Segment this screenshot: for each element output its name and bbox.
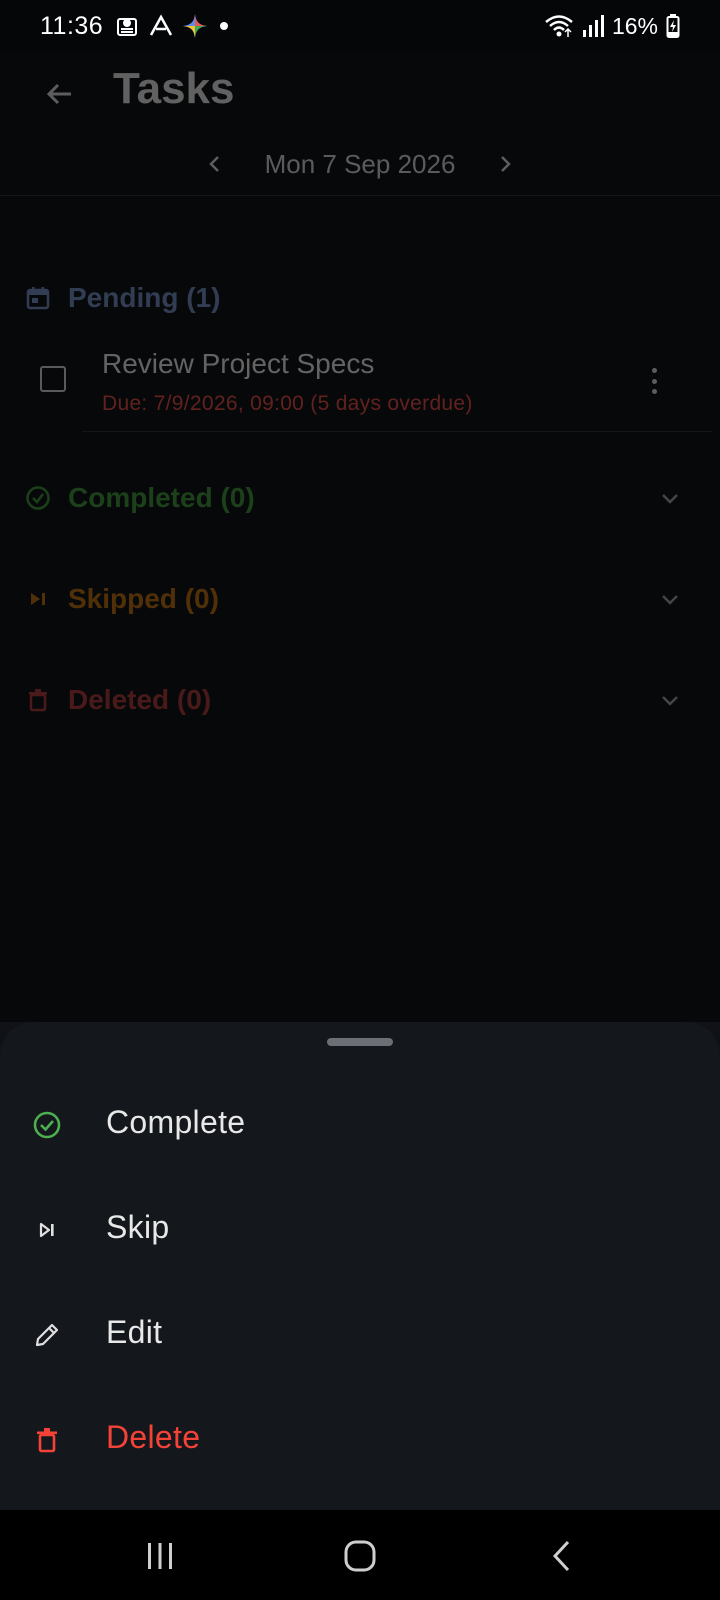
battery-percent: 16% (611, 12, 658, 39)
back-button[interactable] (38, 72, 82, 116)
app-bar-divider (0, 195, 720, 196)
next-day-button[interactable] (485, 144, 525, 184)
recent-apps-button[interactable] (138, 1536, 182, 1576)
section-pending-header[interactable]: Pending (1) (24, 274, 704, 322)
chevron-down-icon (662, 595, 678, 605)
check-circle-icon (24, 484, 52, 512)
section-deleted-label: Deleted (0) (68, 684, 212, 715)
battery-charging-icon (666, 14, 680, 38)
task-row[interactable]: Review Project Specs Due: 7/9/2026, 09:0… (0, 336, 720, 432)
system-nav-bar (0, 1510, 720, 1600)
edit-label: Edit (106, 1314, 163, 1350)
back-nav-icon (552, 1540, 570, 1572)
app-bar: Tasks Mon 7 Sep 2026 (0, 52, 720, 192)
chevron-right-icon (501, 156, 512, 172)
task-title: Review Project Specs (102, 348, 375, 379)
section-pending-label: Pending (1) (68, 282, 221, 313)
app-a-icon (149, 14, 173, 36)
section-completed-header[interactable]: Completed (0) (24, 474, 704, 522)
calendar-icon (24, 284, 52, 312)
task-more-button[interactable] (642, 366, 666, 396)
delete-label: Delete (106, 1419, 201, 1455)
arrow-back-icon (46, 83, 71, 105)
status-icons-left (114, 12, 232, 40)
trash-icon (32, 1425, 62, 1455)
previous-day-button[interactable] (195, 144, 235, 184)
wifi-icon (545, 15, 573, 37)
complete-action[interactable]: Complete (0, 1072, 720, 1176)
edit-action[interactable]: Edit (0, 1282, 720, 1386)
page-title: Tasks (113, 64, 235, 113)
bottom-sheet: Complete Skip Edit Delete (0, 1022, 720, 1510)
delete-action[interactable]: Delete (0, 1387, 720, 1491)
chevron-left-icon (208, 156, 219, 172)
status-time: 11:36 (40, 12, 104, 40)
home-button[interactable] (338, 1536, 382, 1576)
status-bar: 11:36 16% (0, 0, 720, 52)
section-skipped-label: Skipped (0) (68, 583, 219, 614)
skip-label: Skip (106, 1209, 170, 1245)
sparkle-icon (183, 14, 207, 38)
signal-icon (582, 15, 604, 37)
section-completed-label: Completed (0) (68, 482, 255, 513)
back-nav-button[interactable] (540, 1536, 584, 1576)
screen: 11:36 16% Tasks Mon 7 Sep 2026 Pending (… (0, 0, 720, 1600)
task-divider (82, 431, 712, 432)
notification-icon (117, 18, 137, 36)
task-due-date: Due: 7/9/2026, 09:00 (5 days overdue) (102, 392, 473, 415)
skip-next-icon (32, 1215, 62, 1245)
recent-apps-icon (148, 1543, 172, 1569)
task-checkbox[interactable] (40, 366, 66, 392)
home-icon (344, 1540, 376, 1572)
dot-icon (220, 22, 228, 30)
section-skipped-header[interactable]: Skipped (0) (24, 575, 704, 623)
chevron-down-icon (662, 494, 678, 504)
trash-icon (24, 686, 52, 714)
pencil-icon (32, 1320, 62, 1350)
chevron-down-icon (662, 696, 678, 706)
current-date[interactable]: Mon 7 Sep 2026 (265, 149, 456, 180)
modal-scrim[interactable] (0, 52, 720, 1022)
section-deleted-header[interactable]: Deleted (0) (24, 676, 704, 724)
complete-label: Complete (106, 1104, 246, 1140)
status-icons-right: 16% (544, 12, 680, 40)
drag-handle[interactable] (327, 1038, 393, 1046)
more-vert-icon (651, 368, 657, 373)
date-navigator: Mon 7 Sep 2026 (0, 142, 720, 186)
check-circle-icon (32, 1110, 62, 1140)
skip-next-icon (24, 585, 52, 613)
skip-action[interactable]: Skip (0, 1177, 720, 1281)
